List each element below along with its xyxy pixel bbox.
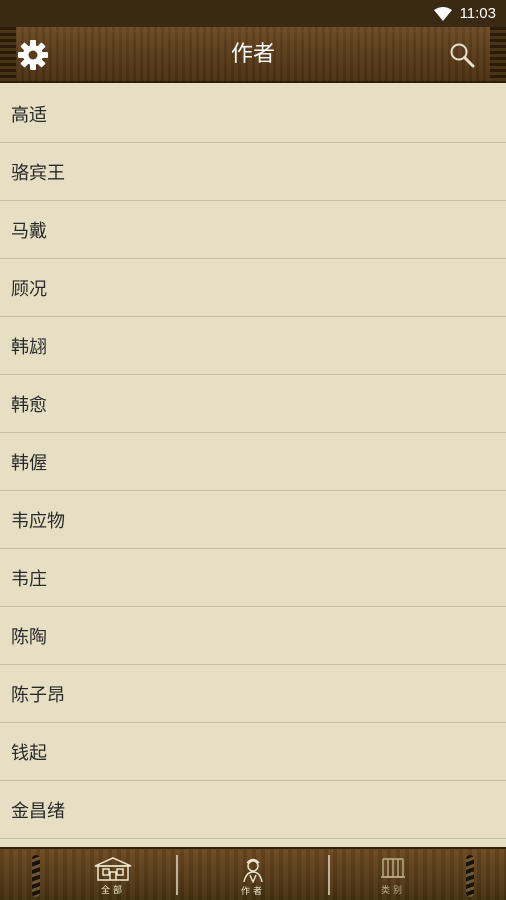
list-item[interactable]: 钱起 [0,723,506,781]
tab-authors[interactable]: 作者 [178,849,328,900]
gear-icon [18,40,48,70]
list-item[interactable]: 陈陶 [0,607,506,665]
list-item[interactable]: 骆宾王 [0,143,506,201]
tab-label: 全部 [100,885,125,896]
page-title: 作者 [230,42,275,67]
list-item[interactable]: 马戴 [0,201,506,259]
list-item[interactable]: 金昌绪 [0,781,506,839]
list-item[interactable]: 顾况 [0,259,506,317]
list-item[interactable]: 韦庄 [0,549,506,607]
bottom-tab-bar: 全部 作者 类别 [0,847,506,900]
tab-categories[interactable]: 类别 [330,849,456,900]
settings-button[interactable] [16,38,50,72]
list-item[interactable]: 高适 [0,85,506,143]
building-icon [94,856,132,881]
status-bar: 11:03 [0,0,506,27]
wifi-icon [433,6,452,21]
list-item[interactable]: 陈子昂 [0,665,506,723]
status-time: 11:03 [459,5,496,22]
list-item[interactable]: 韦应物 [0,491,506,549]
search-button[interactable] [448,41,476,69]
tab-bar-post-left [32,855,40,897]
tab-bar-post-right [466,855,474,897]
app-header: 作者 [0,27,506,83]
tab-label: 类别 [380,885,405,896]
search-icon [450,43,475,68]
list-item[interactable]: 韩翃 [0,317,506,375]
list-item[interactable]: 韩偓 [0,433,506,491]
list-item[interactable]: 韩愈 [0,375,506,433]
tab-all[interactable]: 全部 [50,849,176,900]
scroll-icon [381,857,405,878]
author-list[interactable]: 高适 骆宾王 马戴 顾况 韩翃 韩愈 韩偓 韦应物 韦庄 陈陶 陈子昂 钱起 金… [0,85,506,847]
tab-label: 作者 [240,886,265,897]
scholar-icon [243,858,263,883]
